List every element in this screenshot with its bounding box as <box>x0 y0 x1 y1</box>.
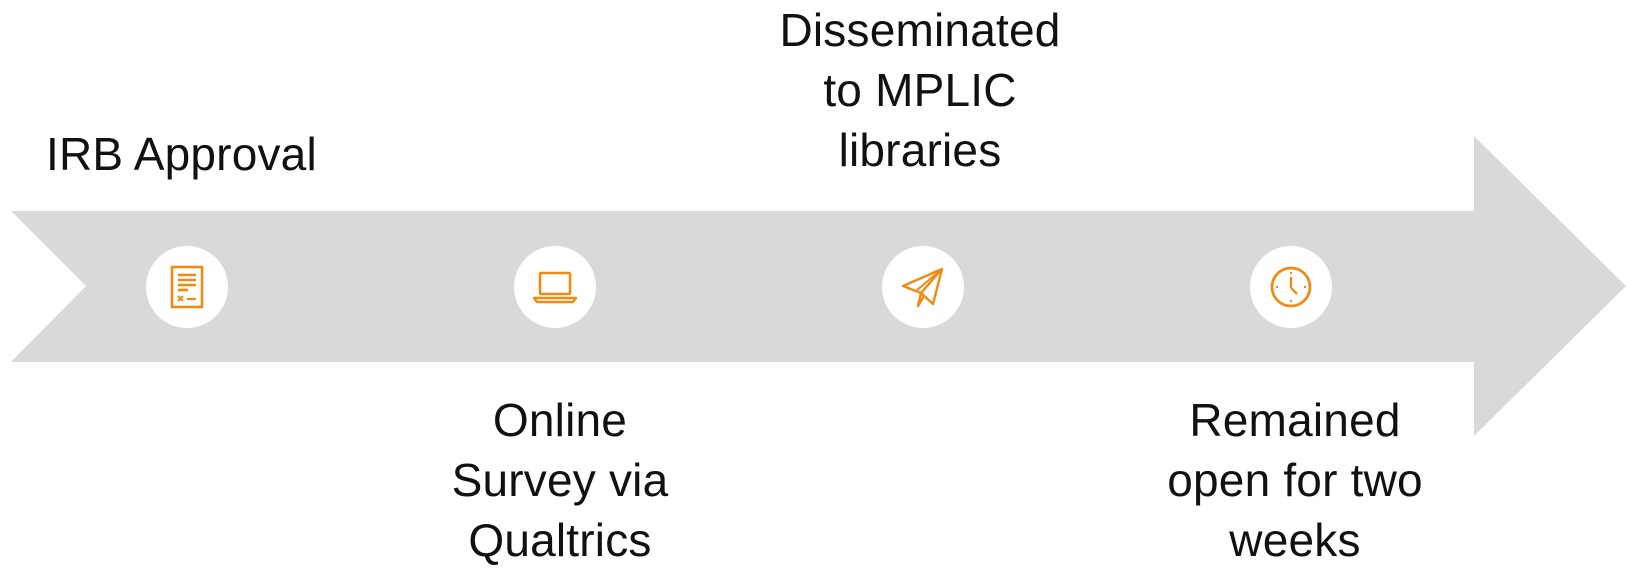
timeline-diagram: IRB Approval Online Survey via Qualtrics… <box>0 0 1626 566</box>
document-icon <box>170 265 204 309</box>
paper-plane-icon <box>901 267 944 308</box>
step-online-survey-icon-circle <box>514 246 596 328</box>
step-irb-icon-circle <box>146 246 228 328</box>
step-remained-open-label: Remained open for two weeks <box>1167 394 1423 566</box>
clock-icon <box>1270 266 1312 308</box>
step-irb-label: IRB Approval <box>46 128 317 180</box>
step-remained-open-icon-circle <box>1250 246 1332 328</box>
step-online-survey-label: Online Survey via Qualtrics <box>451 394 669 566</box>
step-disseminated-label: Disseminated to MPLIC libraries <box>779 4 1061 176</box>
step-disseminated-icon-circle <box>882 246 964 328</box>
laptop-icon <box>532 271 578 304</box>
